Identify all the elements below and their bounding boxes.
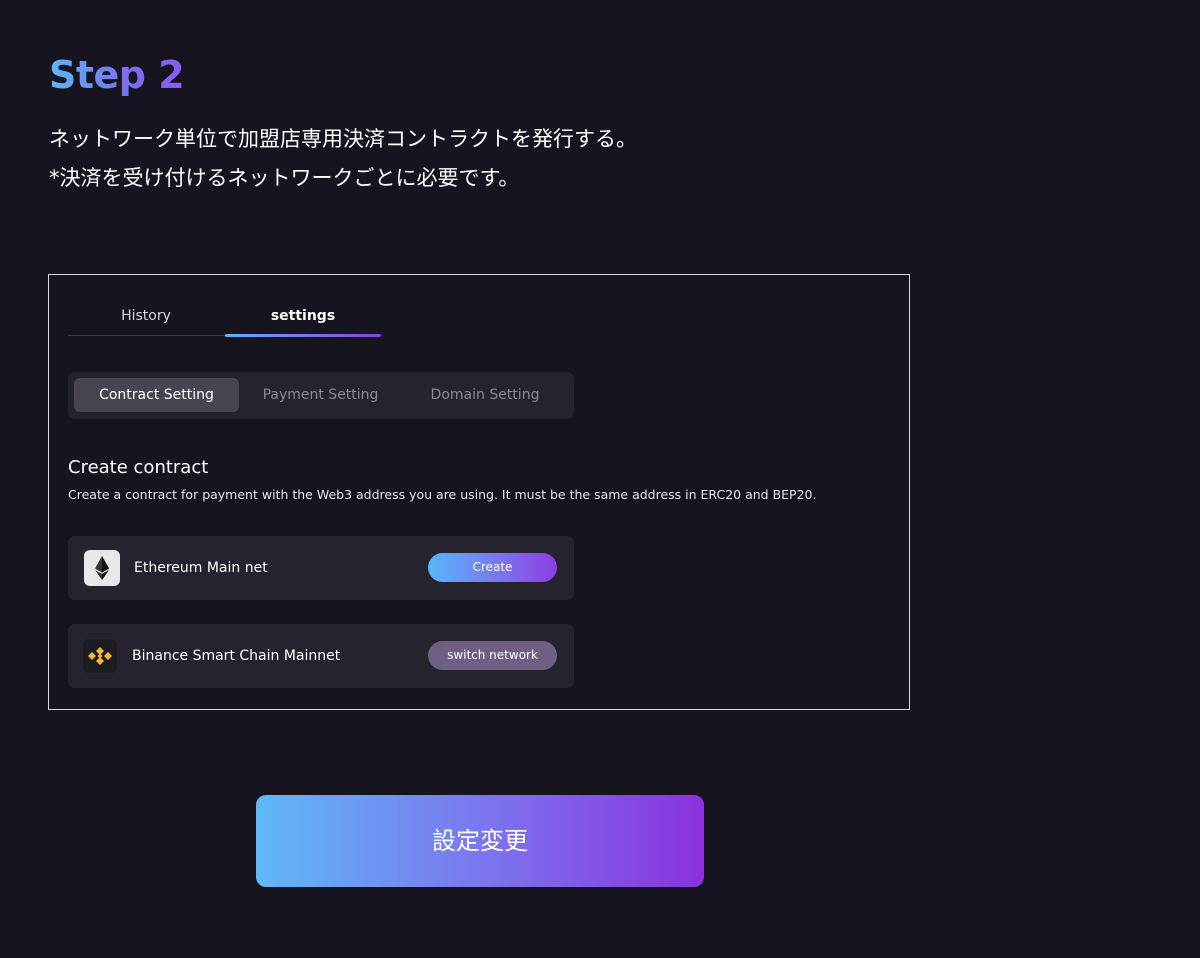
settings-screenshot-frame: History settings Contract Setting Paymen… xyxy=(48,274,910,710)
segment-contract-setting[interactable]: Contract Setting xyxy=(74,378,239,412)
binance-icon xyxy=(83,639,117,673)
step-description: ネットワーク単位で加盟店専用決済コントラクトを発行する。 *決済を受け付けるネッ… xyxy=(49,120,637,198)
tab-settings[interactable]: settings xyxy=(225,305,381,327)
section-title: Create contract xyxy=(68,457,209,478)
network-row-ethereum: Ethereum Main net Create xyxy=(68,536,574,600)
create-contract-button[interactable]: Create xyxy=(428,553,557,582)
network-row-binance: Binance Smart Chain Mainnet switch netwo… xyxy=(68,624,574,688)
step-title: Step 2 xyxy=(49,53,185,97)
segment-domain-setting[interactable]: Domain Setting xyxy=(418,378,552,412)
change-settings-button[interactable]: 設定変更 xyxy=(256,795,704,887)
network-name: Binance Smart Chain Mainnet xyxy=(132,648,341,664)
tab-bar: History settings xyxy=(68,305,381,337)
settings-segmented-control: Contract Setting Payment Setting Domain … xyxy=(68,372,574,419)
segment-payment-setting[interactable]: Payment Setting xyxy=(253,378,388,412)
step-description-line-1: ネットワーク単位で加盟店専用決済コントラクトを発行する。 xyxy=(49,127,637,151)
step-description-line-2: *決済を受け付けるネットワークごとに必要です。 xyxy=(49,166,520,190)
ethereum-icon xyxy=(84,550,120,586)
tab-history[interactable]: History xyxy=(68,305,224,327)
active-tab-indicator xyxy=(225,334,381,337)
switch-network-button[interactable]: switch network xyxy=(428,641,557,670)
network-name: Ethereum Main net xyxy=(134,560,268,576)
section-description: Create a contract for payment with the W… xyxy=(68,487,817,502)
